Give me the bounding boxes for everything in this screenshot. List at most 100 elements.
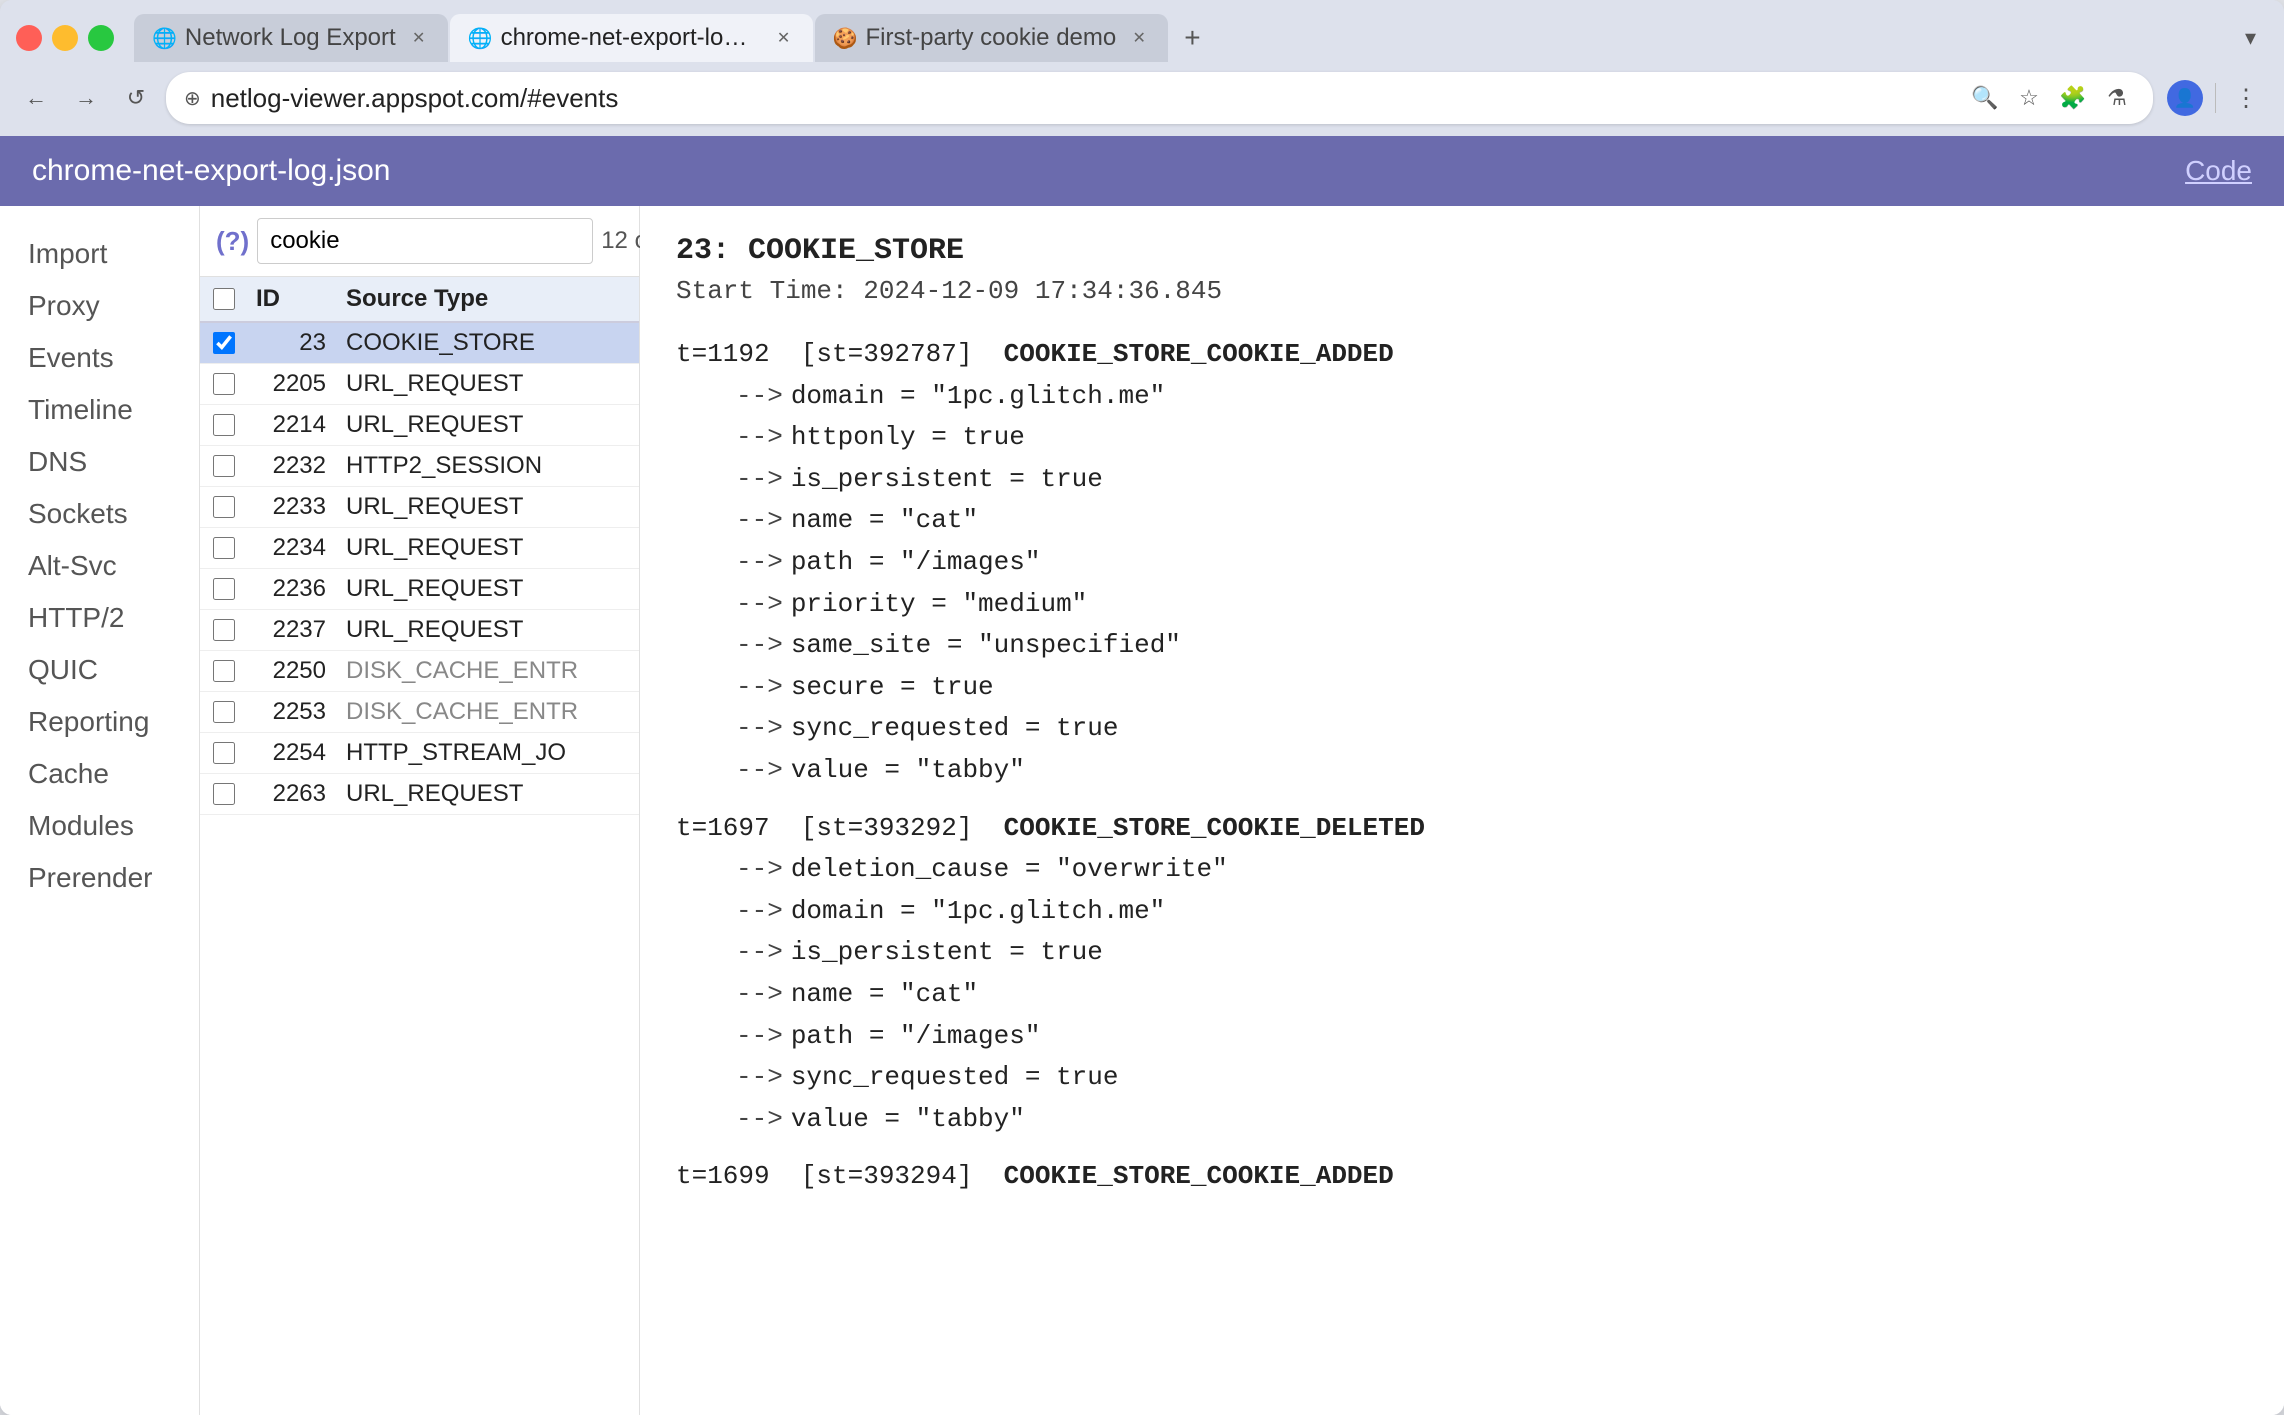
sidebar-item-quic[interactable]: QUIC: [16, 646, 183, 694]
row-checkbox[interactable]: [213, 783, 235, 805]
row-source-type: COOKIE_STORE: [338, 329, 639, 357]
tab2-close-icon[interactable]: ✕: [773, 27, 795, 49]
row-checkbox[interactable]: [213, 455, 235, 477]
tab-dropdown-button[interactable]: ▾: [2233, 17, 2268, 59]
log-prop: -->name = "cat": [736, 974, 2248, 1016]
prop-value: "tabby": [916, 1099, 1025, 1141]
row-checkbox-cell: [200, 701, 248, 723]
row-checkbox-cell: [200, 455, 248, 477]
sidebar-item-reporting[interactable]: Reporting: [16, 698, 183, 746]
row-checkbox[interactable]: [213, 537, 235, 559]
row-source-type: URL_REQUEST: [338, 780, 639, 808]
table-row[interactable]: 2250 DISK_CACHE_ENTR: [200, 651, 639, 692]
arrow-icon: -->: [736, 1016, 783, 1058]
forward-button[interactable]: →: [66, 78, 106, 118]
search-icon[interactable]: 🔍: [1967, 80, 2003, 116]
header-source-type: Source Type: [338, 285, 639, 313]
sidebar-item-prerender[interactable]: Prerender: [16, 854, 183, 902]
address-bar[interactable]: ⊕ netlog-viewer.appspot.com/#events 🔍 ☆ …: [166, 72, 2153, 124]
row-checkbox[interactable]: [213, 619, 235, 641]
profile-button[interactable]: 👤: [2163, 76, 2207, 120]
table-row[interactable]: 2205 URL_REQUEST: [200, 364, 639, 405]
sidebar-item-proxy[interactable]: Proxy: [16, 282, 183, 330]
reload-button[interactable]: ↺: [116, 78, 156, 118]
log-prop: -->value = "tabby": [736, 750, 2248, 792]
arrow-icon: -->: [736, 849, 783, 891]
table-row[interactable]: 2233 URL_REQUEST: [200, 487, 639, 528]
sidebar-item-timeline[interactable]: Timeline: [16, 386, 183, 434]
row-checkbox[interactable]: [213, 496, 235, 518]
extension-icon[interactable]: 🧩: [2055, 80, 2091, 116]
tab-bar: 🌐 Network Log Export ✕ 🌐 chrome-net-expo…: [134, 14, 2225, 62]
table-row[interactable]: 2232 HTTP2_SESSION: [200, 446, 639, 487]
row-checkbox[interactable]: [213, 742, 235, 764]
sidebar-item-sockets[interactable]: Sockets: [16, 490, 183, 538]
arrow-icon: -->: [736, 1057, 783, 1099]
log-event-name: COOKIE_STORE_COOKIE_ADDED: [1004, 1161, 1394, 1191]
lab-icon[interactable]: ⚗: [2099, 80, 2135, 116]
menu-button[interactable]: ⋮: [2224, 76, 2268, 120]
select-all-checkbox[interactable]: [213, 288, 235, 310]
row-checkbox-cell: [200, 414, 248, 436]
row-checkbox[interactable]: [213, 373, 235, 395]
row-source-type: URL_REQUEST: [338, 493, 639, 521]
row-id: 2214: [248, 411, 338, 439]
prop-value: "unspecified": [978, 625, 1181, 667]
table-row[interactable]: 2254 HTTP_STREAM_JO: [200, 733, 639, 774]
bookmark-icon[interactable]: ☆: [2011, 80, 2047, 116]
log-prop: -->secure = true: [736, 667, 2248, 709]
prop-key: sync_requested: [791, 708, 1009, 750]
log-event-name: COOKIE_STORE_COOKIE_DELETED: [1004, 813, 1425, 843]
sidebar-item-events[interactable]: Events: [16, 334, 183, 382]
row-checkbox[interactable]: [213, 660, 235, 682]
row-id: 2232: [248, 452, 338, 480]
back-button[interactable]: ←: [16, 78, 56, 118]
maximize-button[interactable]: [88, 25, 114, 51]
table-row[interactable]: 2237 URL_REQUEST: [200, 610, 639, 651]
sidebar: Import Proxy Events Timeline DNS Sockets…: [0, 206, 200, 1415]
sidebar-item-alt-svc[interactable]: Alt-Svc: [16, 542, 183, 590]
tab3-close-icon[interactable]: ✕: [1128, 27, 1150, 49]
table-row[interactable]: 2214 URL_REQUEST: [200, 405, 639, 446]
row-checkbox[interactable]: [213, 701, 235, 723]
table-row[interactable]: 2263 URL_REQUEST: [200, 774, 639, 815]
sidebar-item-cache[interactable]: Cache: [16, 750, 183, 798]
row-checkbox-cell: [200, 660, 248, 682]
prop-value: true: [1056, 708, 1118, 750]
row-source-type: HTTP2_SESSION: [338, 452, 639, 480]
sidebar-item-http2[interactable]: HTTP/2: [16, 594, 183, 642]
tab1-close-icon[interactable]: ✕: [408, 27, 430, 49]
row-checkbox[interactable]: [213, 578, 235, 600]
table-row[interactable]: 2234 URL_REQUEST: [200, 528, 639, 569]
tab-first-party-cookie[interactable]: 🍪 First-party cookie demo ✕: [815, 14, 1169, 62]
prop-key: is_persistent: [791, 459, 994, 501]
row-source-type: URL_REQUEST: [338, 411, 639, 439]
log-prop: -->sync_requested = true: [736, 708, 2248, 750]
prop-key: name: [791, 974, 853, 1016]
close-button[interactable]: [16, 25, 42, 51]
tab-chrome-net-export[interactable]: 🌐 chrome-net-export-log.json - ✕: [450, 14, 813, 62]
prop-value: true: [931, 667, 993, 709]
tab-network-log-export[interactable]: 🌐 Network Log Export ✕: [134, 14, 448, 62]
arrow-icon: -->: [736, 932, 783, 974]
arrow-icon: -->: [736, 1099, 783, 1141]
log-prop: -->domain = "1pc.glitch.me": [736, 891, 2248, 933]
sidebar-item-dns[interactable]: DNS: [16, 438, 183, 486]
code-link[interactable]: Code: [2185, 155, 2252, 187]
prop-equals: =: [884, 667, 931, 709]
sidebar-item-import[interactable]: Import: [16, 230, 183, 278]
sidebar-item-modules[interactable]: Modules: [16, 802, 183, 850]
filter-input[interactable]: [257, 218, 593, 264]
new-tab-button[interactable]: +: [1170, 14, 1214, 62]
help-button[interactable]: (?): [216, 226, 249, 257]
table-row[interactable]: 2253 DISK_CACHE_ENTR: [200, 692, 639, 733]
row-checkbox[interactable]: [213, 332, 235, 354]
row-id: 2237: [248, 616, 338, 644]
table-row[interactable]: 23 COOKIE_STORE: [200, 323, 639, 364]
row-checkbox[interactable]: [213, 414, 235, 436]
table-row[interactable]: 2236 URL_REQUEST: [200, 569, 639, 610]
prop-value: "cat": [900, 500, 978, 542]
prop-value: "1pc.glitch.me": [931, 376, 1165, 418]
log-entry: t=1699 [st=393294] COOKIE_STORE_COOKIE_A…: [676, 1156, 2248, 1198]
minimize-button[interactable]: [52, 25, 78, 51]
